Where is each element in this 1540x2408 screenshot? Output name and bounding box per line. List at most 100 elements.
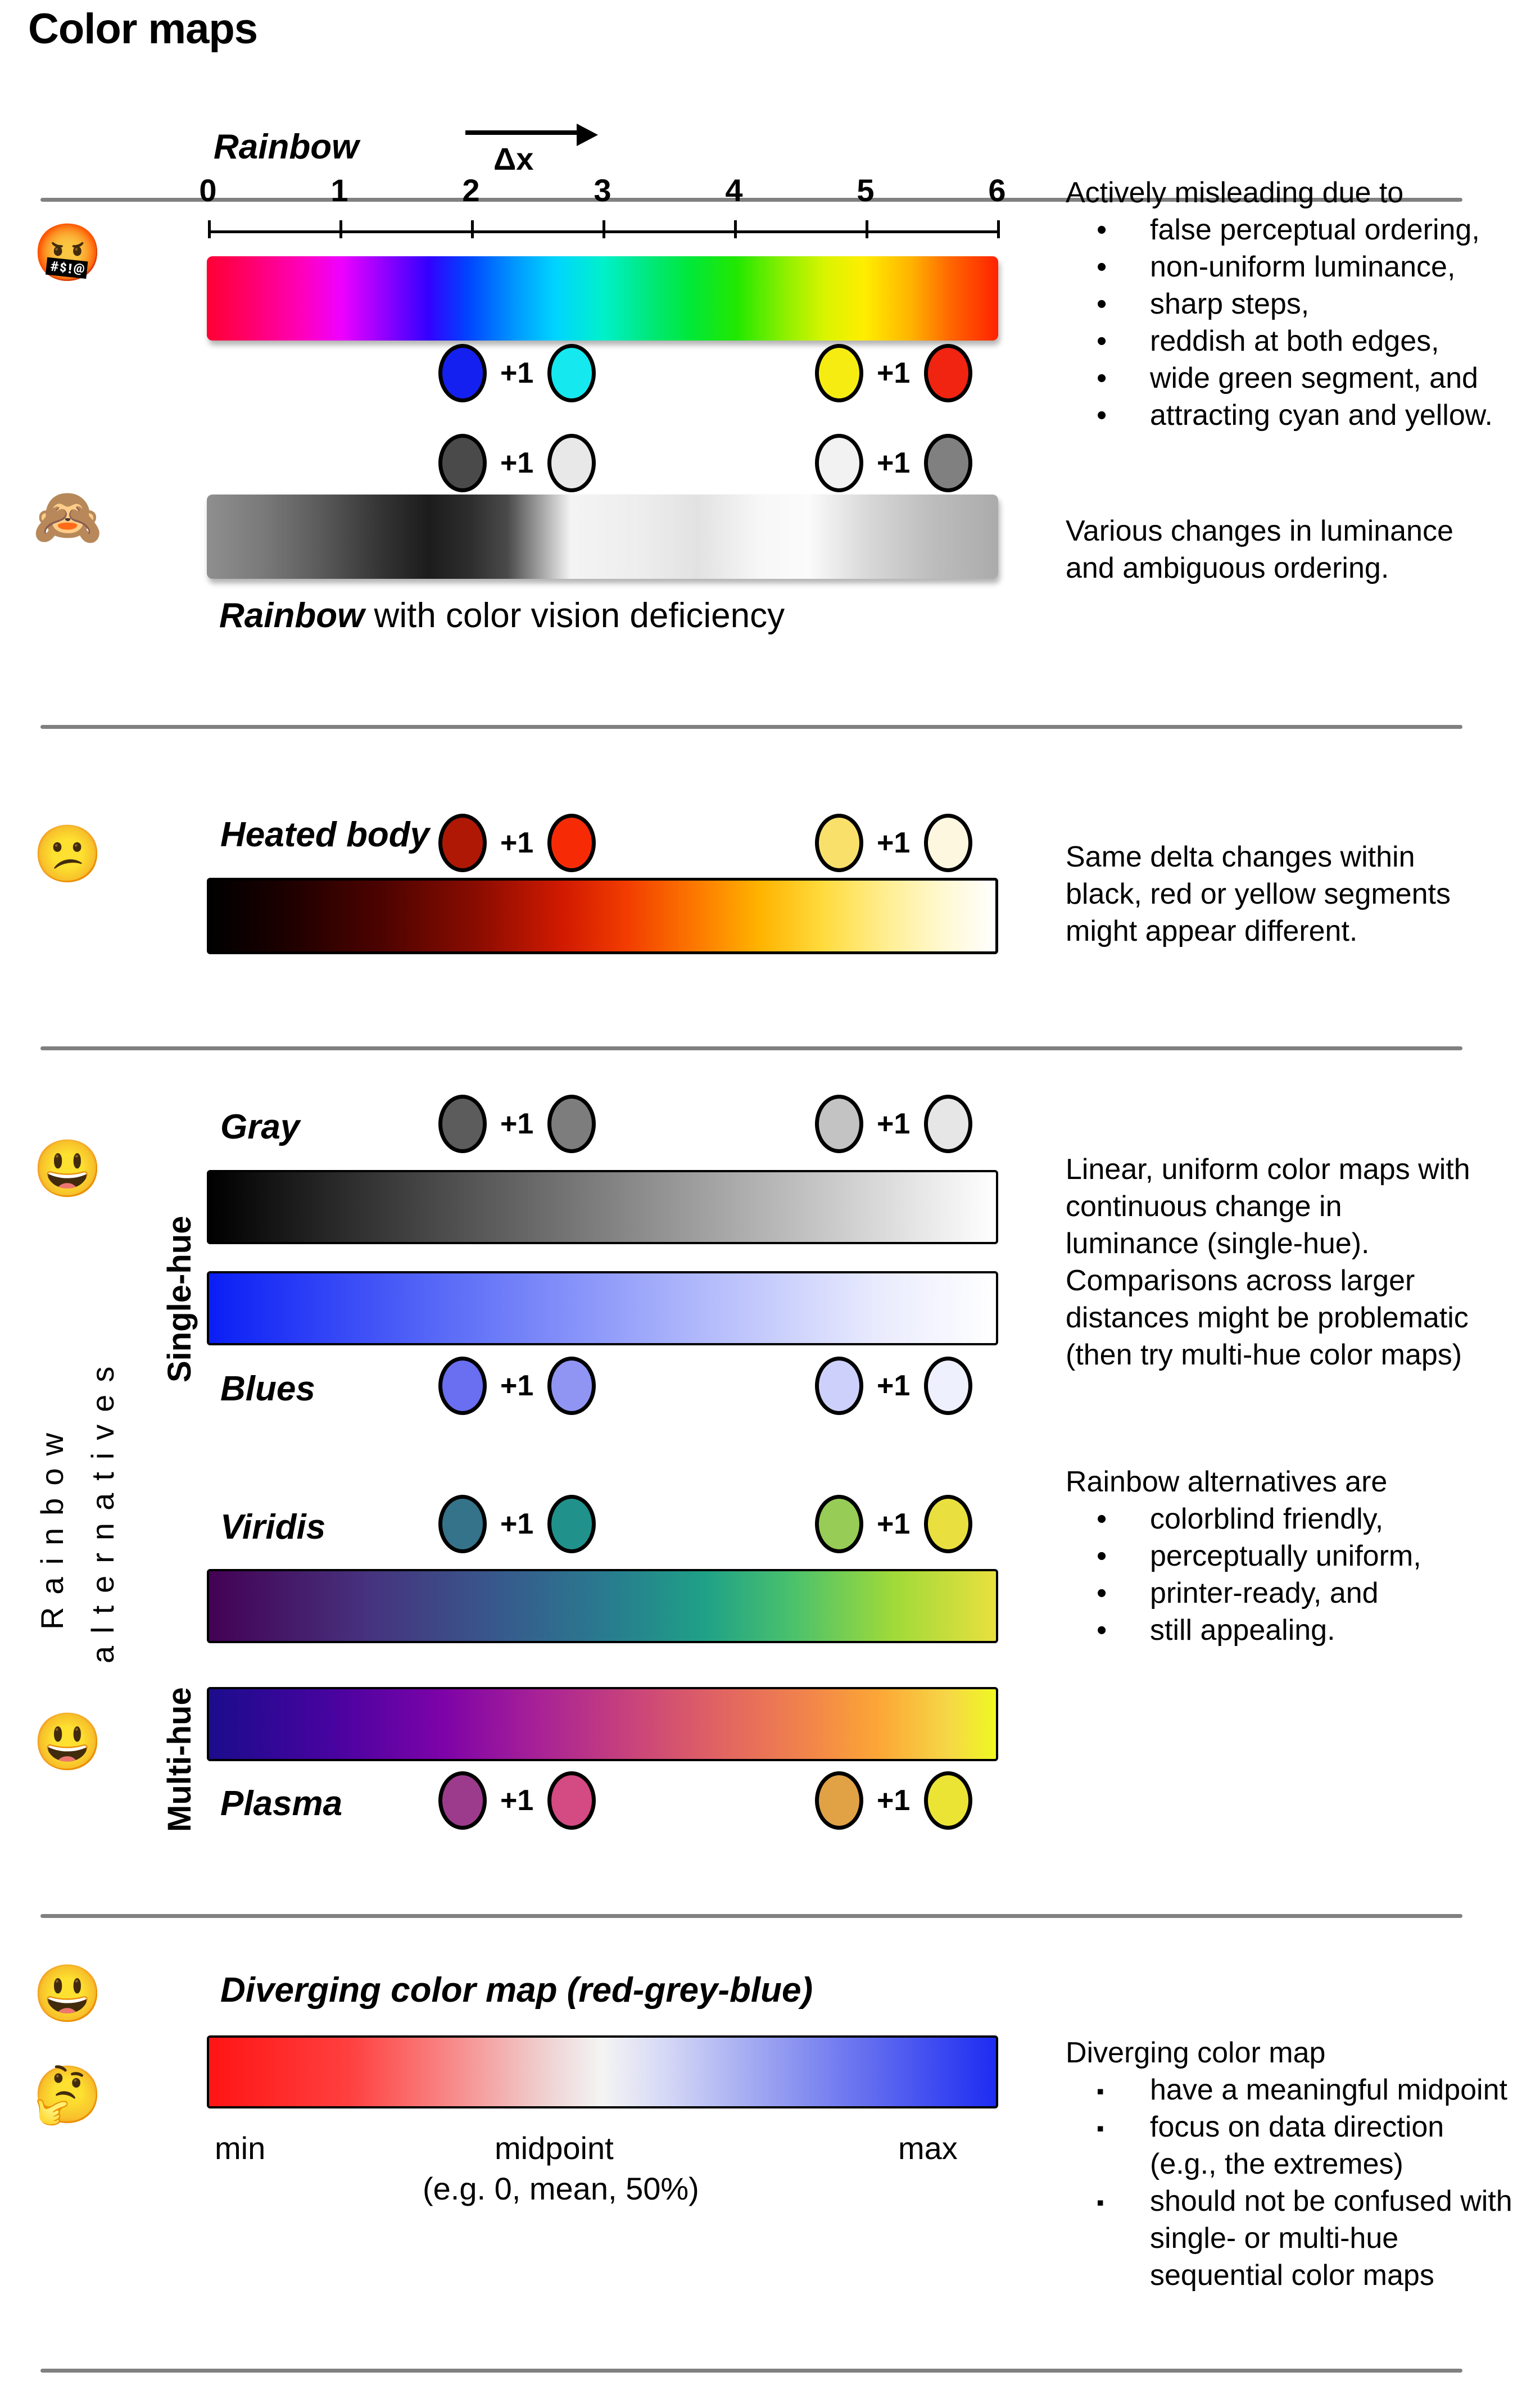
plus-one-label-13: +1	[500, 1784, 534, 1817]
swatch-blues-4	[924, 1357, 972, 1415]
swatch-heated-red	[547, 814, 596, 872]
diverging-note-item: ▪ focus on data direction	[1066, 2108, 1538, 2146]
gray-colorbar	[207, 1170, 998, 1244]
swatch-blues-1	[438, 1357, 487, 1415]
rainbow-note-item: • sharp steps,	[1066, 285, 1538, 323]
rainbow-cvd-caption: Rainbow with color vision deficiency	[219, 596, 785, 636]
alt-note-item: • still appealing.	[1066, 1612, 1538, 1649]
swatch-rainbow-cyan	[547, 344, 596, 402]
axis-tick-5	[866, 220, 868, 238]
alt-note-item-label: colorblind friendly,	[1150, 1503, 1384, 1535]
rainbow-note-item-label: attracting cyan and yellow.	[1150, 399, 1493, 432]
plus-one-label-7: +1	[500, 1108, 534, 1140]
diverging-note-item-label: (e.g., the extremes)	[1150, 2148, 1403, 2180]
plasma-label: Plasma	[220, 1784, 343, 1823]
rainbow-note-item: • false perceptual ordering,	[1066, 211, 1538, 248]
plus-one-label-10: +1	[877, 1369, 911, 1402]
grinning-face-emoji-diverging: 😃	[33, 1962, 103, 2025]
plus-one-label-12: +1	[877, 1508, 911, 1540]
tick-label-6: 6	[988, 173, 1006, 208]
swatch-viridis-1	[438, 1495, 487, 1553]
section-divider-4	[40, 1914, 1462, 1918]
diverging-min-label: min	[215, 2130, 266, 2166]
axis-tick-1	[339, 220, 342, 238]
axis-tick-6	[997, 220, 1000, 238]
diverging-note-item-label: single- or multi-hue	[1150, 2222, 1399, 2255]
swatch-gray-2	[547, 1095, 596, 1153]
bullet-glyph-icon: •	[1097, 1540, 1107, 1572]
axis-tick-3	[603, 220, 605, 238]
bullet-glyph-icon: •	[1097, 325, 1107, 357]
heated-body-colorbar	[207, 878, 998, 954]
rainbow-note-item: • wide green segment, and	[1066, 360, 1538, 397]
swatch-blues-2	[547, 1357, 596, 1415]
swatch-rainbow-red	[924, 344, 972, 402]
delta-x-arrow-head	[577, 124, 598, 146]
plus-one-label-11: +1	[500, 1508, 534, 1540]
heated-note-line-3: might appear different.	[1066, 915, 1358, 947]
diverging-note-item: (e.g., the extremes)	[1066, 2146, 1538, 2183]
plus-one-label-5: +1	[500, 827, 534, 859]
swatch-rainbow-blue	[438, 344, 487, 402]
single-hue-group-label: Single-hue	[161, 1216, 198, 1382]
plus-one-label-1: +1	[500, 357, 534, 389]
swatch-viridis-2	[547, 1495, 596, 1553]
swatch-heated-dark-red	[438, 814, 487, 872]
axis-tick-4	[734, 220, 737, 238]
swatch-rainbow-yellow	[815, 344, 863, 402]
tick-label-1: 1	[330, 173, 348, 208]
rainbow-label: Rainbow	[214, 128, 359, 166]
swatch-gray-4	[924, 1095, 972, 1153]
confused-face-emoji: 😕	[33, 823, 103, 886]
rainbow-alternatives-vertical-line1: Rainbow	[34, 1421, 70, 1630]
bullet-glyph-icon: •	[1097, 214, 1107, 246]
swatch-heated-yellow	[815, 814, 863, 872]
bullet-glyph-icon: •	[1097, 288, 1107, 320]
plus-one-label-14: +1	[877, 1784, 911, 1817]
rainbow-cvd-caption-rest: with color vision deficiency	[364, 596, 785, 635]
swatch-heated-cream	[924, 814, 972, 872]
swatch-cvd-mid-gray	[924, 434, 972, 492]
alt-note-item-label: still appealing.	[1150, 1614, 1335, 1647]
swatch-gray-1	[438, 1095, 487, 1153]
section-divider-2	[40, 725, 1462, 729]
multi-hue-group-label: Multi-hue	[161, 1687, 198, 1832]
diverging-note-item-label: focus on data direction	[1150, 2111, 1444, 2143]
diverging-label: Diverging color map (red-grey-blue)	[220, 1971, 813, 2010]
viridis-label: Viridis	[220, 1508, 326, 1547]
plus-one-label-9: +1	[500, 1369, 534, 1402]
rainbow-notes-list: • false perceptual ordering, • non-uniform …	[1066, 211, 1538, 434]
heated-note-line-2: black, red or yellow segments	[1066, 878, 1451, 910]
page-title: Color maps	[28, 5, 258, 53]
section-divider-3	[40, 1046, 1462, 1050]
bullet-glyph-icon: •	[1097, 1577, 1107, 1609]
alt-note-line-4: Comparisons across larger	[1066, 1264, 1415, 1297]
rainbow-note-item-label: false perceptual ordering,	[1150, 214, 1480, 246]
diverging-notes-list: ▪ have a meaningful midpoint ▪ focus on dat…	[1066, 2071, 1538, 2294]
axis-tick-0	[208, 220, 211, 238]
tick-label-0: 0	[199, 173, 217, 208]
swatch-plasma-1	[438, 1771, 487, 1830]
plus-one-label-8: +1	[877, 1108, 911, 1140]
plus-one-label-4: +1	[877, 447, 911, 479]
diverging-note-item: single- or multi-hue	[1066, 2220, 1538, 2257]
bullet-glyph-icon: •	[1097, 399, 1107, 432]
plus-one-label-6: +1	[877, 827, 911, 859]
grinning-face-emoji-top: 😃	[33, 1137, 103, 1200]
alt-note-item: • colorblind friendly,	[1066, 1500, 1538, 1538]
bullet-glyph-icon: •	[1097, 251, 1107, 283]
swatch-cvd-light-gray	[547, 434, 596, 492]
bullet-glyph-icon: •	[1097, 1503, 1107, 1535]
alt-note-line-1: Linear, uniform color maps with	[1066, 1153, 1470, 1186]
alt-notes-heading: Rainbow alternatives are	[1066, 1466, 1388, 1498]
bullet-glyph-icon: ▪	[1097, 2080, 1104, 2103]
diverging-note-item-label: sequential color maps	[1150, 2259, 1434, 2292]
gray-label: Gray	[220, 1108, 300, 1146]
diverging-note-item: sequential color maps	[1066, 2257, 1538, 2294]
bullet-glyph-icon: ▪	[1097, 2191, 1104, 2215]
diverging-note-item-label: have a meaningful midpoint	[1150, 2074, 1507, 2106]
blues-colorbar	[207, 1271, 998, 1345]
swatch-plasma-3	[815, 1771, 863, 1830]
swatch-cvd-near-white	[815, 434, 863, 492]
plus-one-label-2: +1	[877, 357, 911, 389]
